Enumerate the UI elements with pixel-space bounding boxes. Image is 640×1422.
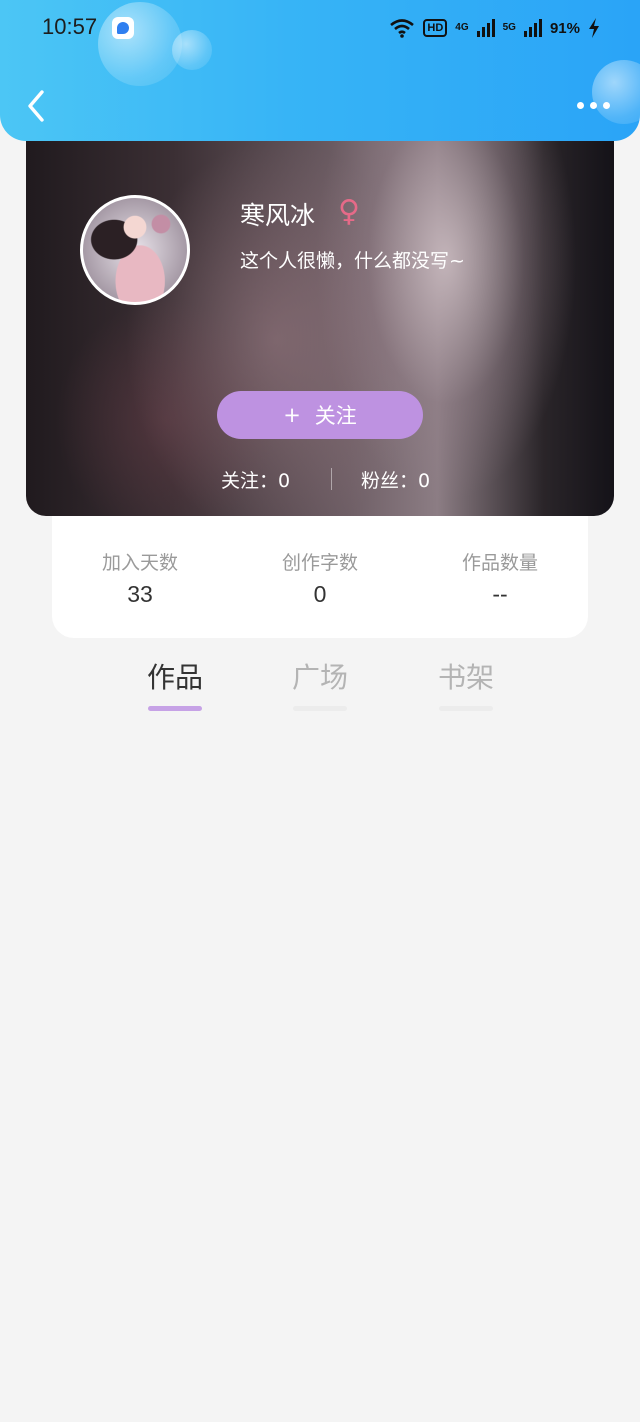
- nickname: 寒风冰: [240, 201, 316, 230]
- app-notification-icon: [112, 17, 134, 39]
- tab-works[interactable]: 作品: [135, 656, 215, 711]
- stat-works-count: 作品数量 --: [420, 548, 580, 608]
- plus-icon: +: [283, 403, 301, 427]
- top-header: 10:57 HD 4G 5G 91%: [0, 0, 640, 141]
- network-5g-label: 5G: [502, 22, 516, 33]
- stat-label: 加入天数: [101, 552, 178, 574]
- content-tabs: 作品 广场 书架: [0, 656, 640, 716]
- follow-button[interactable]: + 关注: [217, 391, 423, 439]
- follow-stats: 关注：0 粉丝：0: [26, 466, 614, 496]
- divider: [331, 468, 332, 490]
- tab-indicator: [293, 706, 347, 711]
- avatar[interactable]: [80, 195, 190, 305]
- tab-indicator: [439, 706, 493, 711]
- signal-icon: [523, 19, 542, 37]
- tab-label: 书架: [437, 661, 494, 694]
- profile-header-card: 寒风冰 ♀ 这个人很懒，什么都没写~ + 关注 关注：0 粉丝：0: [26, 120, 614, 516]
- tab-indicator: [148, 706, 202, 711]
- decor-bubble: [98, 2, 182, 86]
- stat-label: 创作字数: [281, 552, 358, 574]
- tab-label: 广场: [291, 661, 348, 694]
- charging-icon: [589, 18, 599, 38]
- more-options-icon[interactable]: [577, 102, 610, 109]
- decor-bubble: [172, 30, 212, 70]
- stat-value: 0: [313, 581, 327, 607]
- battery-level: 91%: [549, 19, 580, 37]
- stat-join-days: 加入天数 33: [60, 548, 220, 608]
- bio-text: 这个人很懒，什么都没写~: [240, 250, 465, 272]
- stat-word-count: 创作字数 0: [240, 548, 400, 608]
- fans-count[interactable]: 粉丝：0: [361, 466, 430, 493]
- status-icons: HD 4G 5G 91%: [389, 16, 600, 40]
- status-time: 10:57: [42, 14, 98, 39]
- following-count[interactable]: 关注：0: [221, 466, 290, 493]
- stat-value: --: [492, 581, 508, 607]
- stat-value: 33: [127, 581, 153, 607]
- follow-label: 关注: [314, 404, 357, 428]
- hd-badge: HD: [423, 19, 448, 37]
- female-gender-icon: ♀: [338, 194, 360, 229]
- network-4g-label: 4G: [455, 22, 469, 33]
- tab-label: 作品: [146, 661, 203, 694]
- profile-screen: 10:57 HD 4G 5G 91% 寒风冰 ♀ 这个人很懒，什么都没写~ + …: [0, 0, 640, 1422]
- back-chevron-icon[interactable]: [22, 88, 52, 124]
- signal-icon: [476, 19, 495, 37]
- decor-bubble: [592, 60, 640, 124]
- stat-label: 作品数量: [461, 552, 538, 574]
- tab-square[interactable]: 广场: [280, 656, 360, 711]
- tab-bookshelf[interactable]: 书架: [426, 656, 506, 711]
- wifi-icon: [390, 19, 415, 38]
- stats-card: 加入天数 33 创作字数 0 作品数量 --: [52, 500, 588, 638]
